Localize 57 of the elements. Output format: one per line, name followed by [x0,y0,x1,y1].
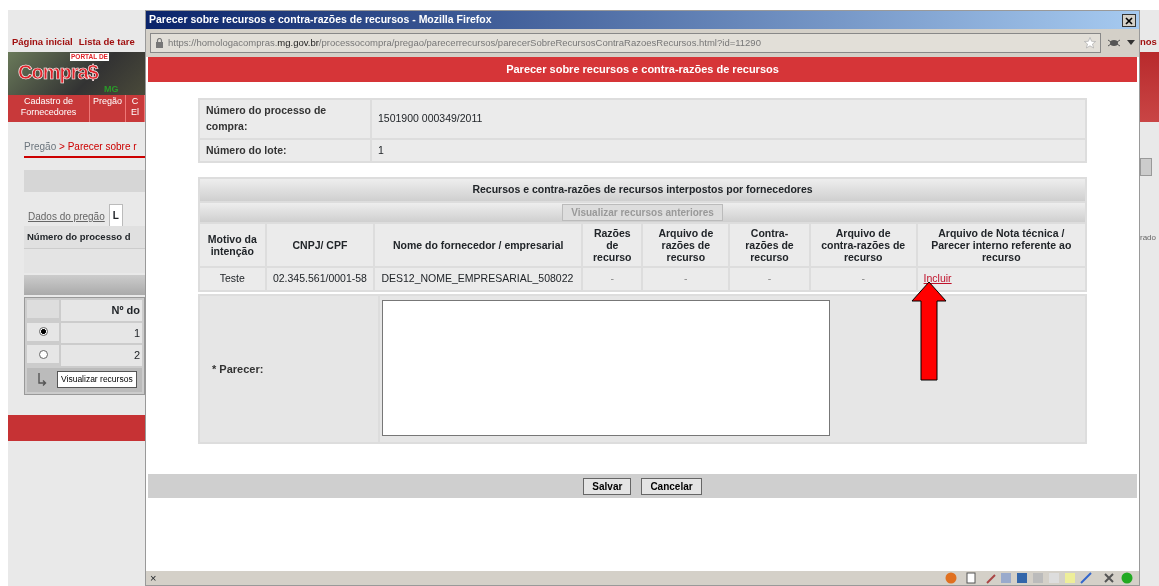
nav-link[interactable]: Página inicial [12,35,73,50]
page-tab[interactable]: L [108,204,123,226]
page-title: Parecer sobre recursos e contra-razões de recursos [148,57,1137,82]
page-tab[interactable]: Dados do pregão [24,207,109,226]
breadcrumb-link[interactable]: Pregão [24,141,60,152]
field-label: Número do processo de compra: [200,100,370,138]
breadcrumb-current: > Parecer sobre r [59,141,137,152]
form-button[interactable]: Cancelar [641,477,702,495]
window-title: Parecer sobre recursos e contra-razões de recursos - Mozilla Firefox [149,12,492,28]
column-header: Arquivo de Nota técnica / Parecer interno referente ao recurso [917,224,1085,266]
add-on-toolbar-icons-drawing[interactable] [945,572,1135,584]
column-header: Nome do fornecedor / empresarial [375,224,582,266]
logo-wordmark: Compra$ [18,61,98,83]
field-label: * Parecer: [212,361,264,377]
field-value: 1501900 000349/2011 [372,100,1085,138]
address-bar[interactable]: https://homologacompras.mg.gov.br/processocompra/pregao/parecerrecursos/parecerSobreRecursosContraRazoesRecursos.html?id=11290 [150,33,1101,53]
view-button[interactable]: Visualizar recursos [57,371,137,389]
nav-link[interactable]: nos [1140,10,1157,52]
table-header-cell: Número do processo d [24,226,145,249]
star-icon[interactable] [1084,37,1096,49]
radio-button[interactable] [38,349,48,359]
close-icon [1125,17,1133,26]
include-link[interactable]: Incluir [923,272,952,284]
column-header: Motivo da intenção [200,224,265,266]
field-value: 1 [372,139,1085,162]
column-header: Razões de recurso [583,224,642,266]
field-label: Número do lote: [200,139,370,162]
header-bar [1140,52,1159,122]
nav-link[interactable]: Lista de tare [78,35,135,50]
return-arrow-icon [37,372,47,387]
logo-subtitle: MG [104,84,119,94]
table-title: Recursos e contra-razões de recursos interpostos por fornecedores [200,179,1085,201]
column-header: Arquivo de contra-razões de recurso [810,224,916,266]
column-header: Contra-razões de recurso [730,224,809,266]
radio-button[interactable] [38,327,48,337]
table-cell: - [643,268,729,290]
close-button[interactable] [1122,13,1136,27]
dropdown-icon[interactable] [1127,40,1135,46]
table-cell: Teste [200,268,265,290]
grid-cell: 2 [61,345,142,366]
column-header: Arquivo de razões de recurso [643,224,729,266]
lock-icon [155,38,164,48]
menu-item[interactable]: Pregão [90,95,127,122]
form-button[interactable]: Salvar [583,477,632,495]
table-cell: - [810,268,916,290]
table-cell: 02.345.561/0001-58 [266,268,374,290]
menu-item[interactable]: Cadastro de Fornecedores [8,95,91,122]
url-text: https://homologacompras.mg.gov.br/processocompra/pregao/parecerrecursos/parecerSobreRecursosContraRazoesRecursos.html?id=11290 [168,35,761,50]
column-header: CNPJ/ CPF [266,224,374,266]
bug-icon[interactable] [1107,37,1121,49]
grid-cell: 1 [61,322,142,344]
close-button[interactable]: × [150,569,157,586]
table-cell: - [583,268,642,290]
table-cell: DES12_NOME_EMPRESARIAL_508022 [375,268,582,290]
column-label: rado [1140,232,1156,244]
table-cell: - [730,268,809,290]
column-header: Nº do [61,300,142,321]
